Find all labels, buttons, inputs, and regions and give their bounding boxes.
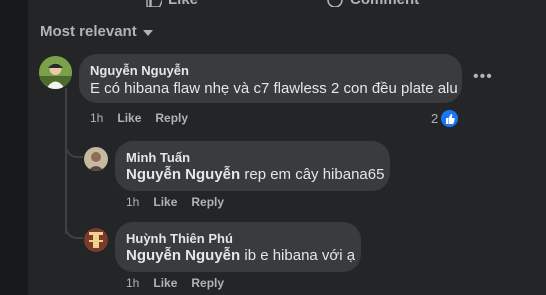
reply-text: Nguyễn Nguyễn ib e hibana với ạ (126, 247, 355, 264)
reply-like-button[interactable]: Like (153, 276, 177, 290)
comment-text: E có hibana flaw nhẹ và c7 flawless 2 co… (90, 80, 458, 97)
reply-meta: 1h Like Reply (126, 195, 224, 209)
thread-connector (65, 227, 83, 239)
reply-author[interactable]: Huỳnh Thiên Phú (126, 231, 233, 246)
reply-reply-button[interactable]: Reply (191, 276, 224, 290)
mention-link[interactable]: Nguyễn Nguyễn (126, 247, 240, 264)
caret-down-icon (142, 30, 153, 36)
reaction-summary[interactable]: 2 (431, 109, 460, 128)
like-action-label: Like (168, 0, 198, 8)
comment-action-button[interactable]: Comment (326, 0, 419, 8)
reply-timestamp[interactable]: 1h (126, 276, 139, 290)
reply-body: rep em cây hibana65 (240, 166, 385, 183)
like-reaction-icon (440, 109, 460, 128)
like-action-button[interactable]: Like (146, 0, 198, 8)
speech-bubble-icon (326, 0, 344, 7)
comment-author[interactable]: Nguyễn Nguyễn (90, 63, 189, 78)
mention-link[interactable]: Nguyễn Nguyễn (126, 166, 240, 183)
post-actions-bar: Like Comment (28, 0, 546, 8)
comment-timestamp[interactable]: 1h (90, 111, 103, 125)
avatar[interactable] (84, 147, 108, 171)
comments-panel: Like Comment Most relevant Nguyễn Nguyễn… (28, 0, 546, 295)
reply-text: Nguyễn Nguyễn rep em cây hibana65 (126, 166, 384, 183)
comment-reply-button[interactable]: Reply (155, 111, 188, 125)
reaction-count: 2 (431, 111, 439, 126)
reply-body: ib e hibana với ạ (240, 247, 356, 264)
sort-dropdown[interactable]: Most relevant (40, 23, 153, 40)
thread-line (65, 88, 67, 234)
reply-author[interactable]: Minh Tuấn (126, 150, 190, 165)
reply-meta: 1h Like Reply (126, 276, 224, 290)
reply-like-button[interactable]: Like (153, 195, 177, 209)
more-options-icon[interactable]: ••• (473, 68, 493, 86)
comment-action-label: Comment (350, 0, 419, 8)
avatar[interactable] (39, 56, 72, 89)
thumbs-up-icon (146, 0, 162, 7)
comment-like-button[interactable]: Like (117, 111, 141, 125)
sort-label: Most relevant (40, 23, 137, 40)
comment-meta: 1h Like Reply (90, 111, 188, 125)
avatar[interactable] (84, 228, 108, 252)
reply-timestamp[interactable]: 1h (126, 195, 139, 209)
reply-reply-button[interactable]: Reply (191, 195, 224, 209)
thread-connector (65, 146, 83, 158)
